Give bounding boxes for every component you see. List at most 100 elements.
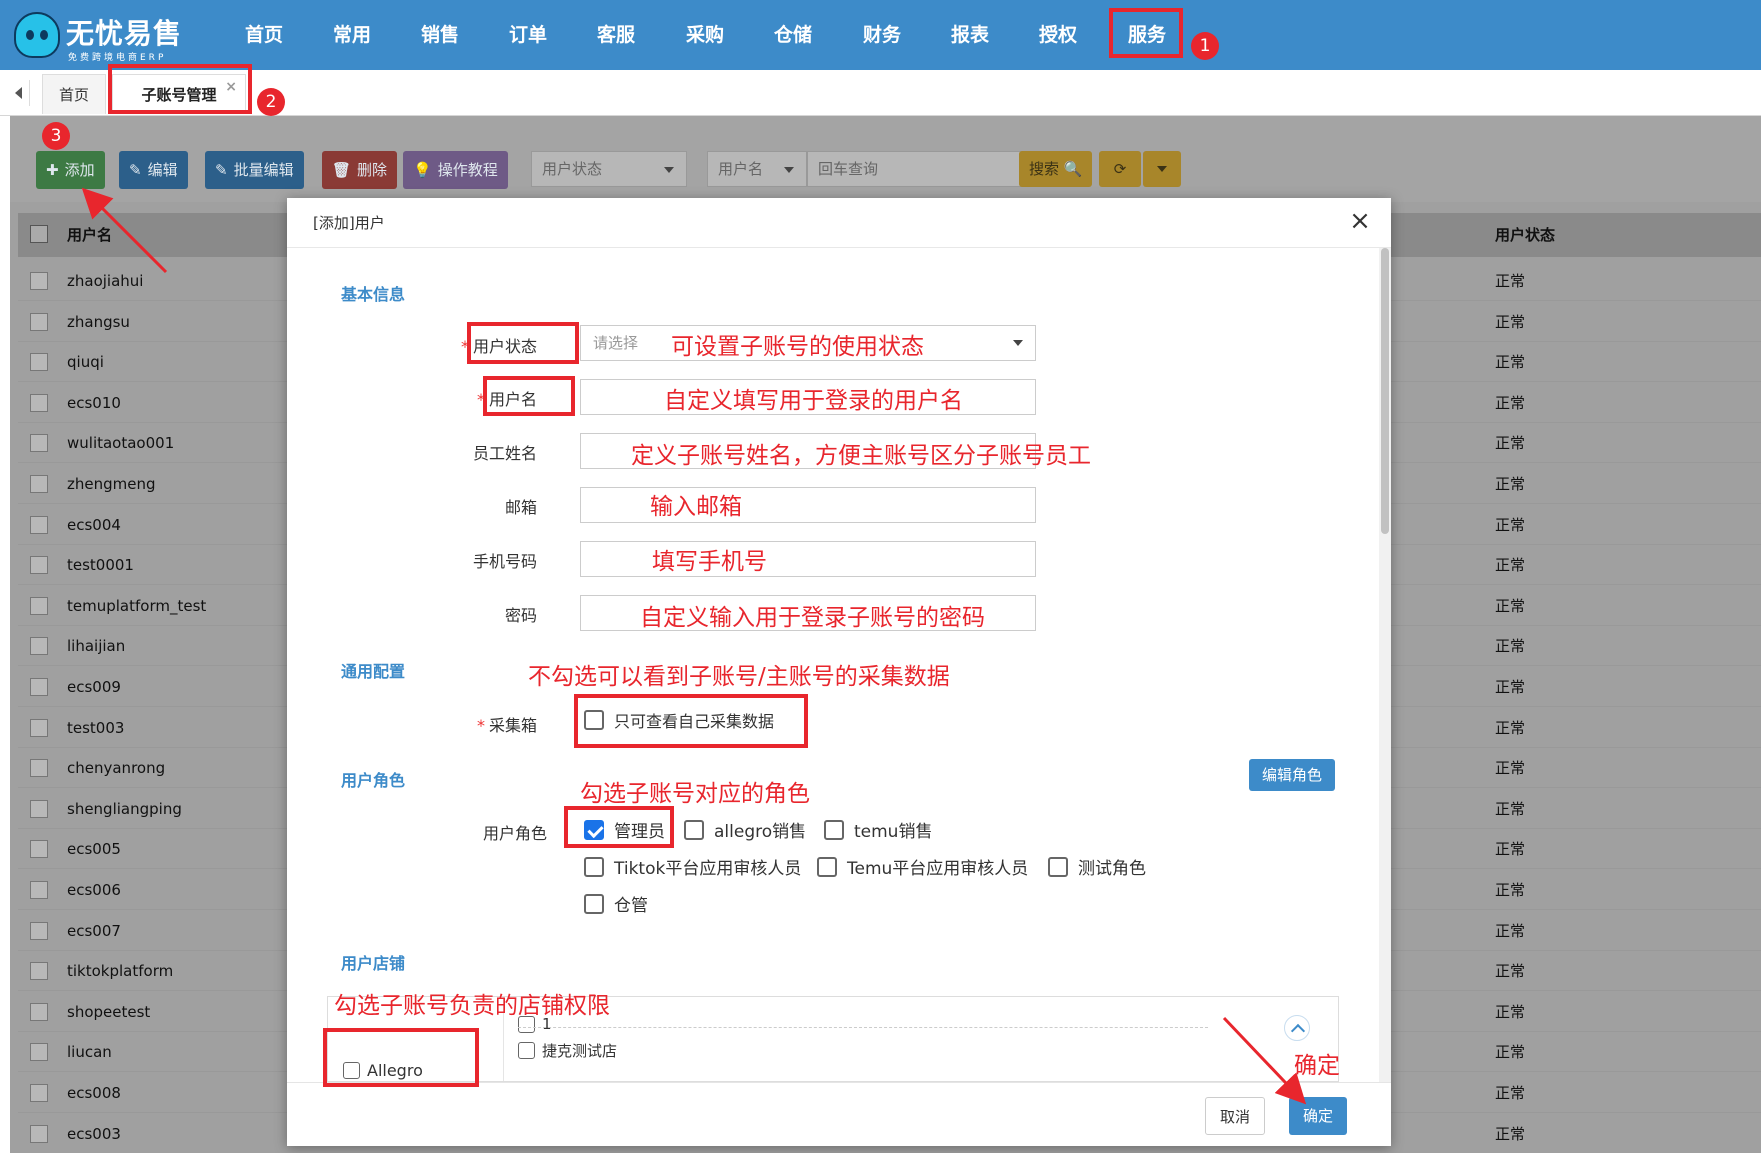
select-all-checkbox[interactable] [30, 225, 48, 243]
tab-scroll-left-icon[interactable] [10, 80, 30, 106]
role-test-role-checkbox[interactable]: 测试角色 [1048, 854, 1146, 879]
delete-button[interactable]: 🗑 删除 [322, 151, 398, 189]
nav-common[interactable]: 常用 [312, 0, 392, 70]
search-button-label: 搜索 [1029, 160, 1060, 178]
employee-name-label: 员工姓名 [472, 444, 537, 463]
nav-orders[interactable]: 订单 [488, 0, 568, 70]
confirm-button[interactable]: 确定 [1289, 1097, 1348, 1135]
search-input[interactable]: 回车查询 [807, 151, 1029, 187]
row-checkbox[interactable] [30, 881, 48, 899]
edit-button[interactable]: ✎ 编辑 [119, 151, 188, 189]
add-button[interactable]: ✚ 添加 [36, 151, 105, 189]
nav-sales[interactable]: 销售 [400, 0, 480, 70]
refresh-button[interactable]: ⟳ [1099, 151, 1141, 187]
row-username: shengliangping [67, 799, 182, 818]
row-checkbox[interactable] [30, 1084, 48, 1102]
row-status: 正常 [1495, 596, 1526, 615]
bulb-icon: 💡 [413, 161, 432, 179]
row-checkbox[interactable] [30, 840, 48, 859]
nav-customer-service[interactable]: 客服 [576, 0, 656, 70]
row-status: 正常 [1495, 637, 1526, 656]
row-checkbox[interactable] [30, 799, 48, 818]
logo-subtitle: 免费跨境电商ERP [68, 53, 167, 63]
batch-edit-button[interactable]: ✎ 批量编辑 [205, 151, 304, 189]
row-checkbox[interactable] [30, 1124, 48, 1143]
email-input[interactable] [580, 487, 1036, 523]
role-label: allegro销售 [714, 822, 807, 842]
nav-reports[interactable]: 报表 [930, 0, 1010, 70]
row-username: ecs004 [67, 515, 121, 534]
row-checkbox[interactable] [30, 596, 48, 615]
row-status: 正常 [1495, 475, 1526, 493]
cancel-button[interactable]: 取消 [1205, 1097, 1266, 1135]
chevron-up-icon[interactable] [1284, 1015, 1310, 1041]
row-checkbox[interactable] [30, 475, 48, 493]
column-username[interactable]: 用户名 [67, 213, 112, 257]
checkbox-box [824, 819, 844, 840]
role-tiktok-reviewer-checkbox[interactable]: Tiktok平台应用审核人员 [584, 854, 801, 879]
row-username: shopeetest [67, 1002, 151, 1021]
annotation-number: 1 [1191, 32, 1219, 60]
row-checkbox[interactable] [30, 962, 48, 981]
row-checkbox[interactable] [30, 1043, 48, 1062]
annotation-collect-note: 不勾选可以看到子账号/主账号的采集数据 [528, 664, 950, 690]
row-checkbox[interactable] [30, 434, 48, 453]
row-checkbox[interactable] [30, 312, 48, 331]
row-checkbox[interactable] [30, 272, 48, 290]
role-temu-reviewer-checkbox[interactable]: Temu平台应用审核人员 [817, 854, 1028, 879]
row-checkbox[interactable] [30, 515, 48, 534]
role-temu-sales-checkbox[interactable]: temu销售 [824, 817, 932, 842]
row-checkbox[interactable] [30, 393, 48, 412]
more-button[interactable] [1143, 151, 1181, 187]
nav-authorization[interactable]: 授权 [1018, 0, 1098, 70]
annotation-status-note: 可设置子账号的使用状态 [671, 334, 924, 360]
column-user-status[interactable]: 用户状态 [1495, 213, 1555, 257]
user-role-label: 用户角色 [482, 824, 547, 843]
add-button-label: 添加 [64, 161, 95, 179]
nav-purchasing[interactable]: 采购 [665, 0, 745, 70]
annotation-password-note: 自定义输入用于登录子账号的密码 [640, 605, 985, 631]
nav-finance[interactable]: 财务 [842, 0, 922, 70]
row-status: 正常 [1495, 515, 1526, 534]
row-checkbox[interactable] [30, 1002, 48, 1021]
row-checkbox[interactable] [30, 718, 48, 737]
plus-icon: ✚ [46, 161, 59, 179]
row-status: 正常 [1495, 799, 1526, 818]
status-filter-select[interactable]: 用户状态 [531, 151, 687, 187]
row-status: 正常 [1495, 840, 1526, 859]
row-status: 正常 [1495, 1124, 1526, 1143]
nav-warehouse[interactable]: 仓储 [753, 0, 833, 70]
row-checkbox[interactable] [30, 759, 48, 778]
edit-icon: ✎ [215, 161, 228, 179]
checkbox-box [817, 856, 837, 877]
search-field-select[interactable]: 用户名 [707, 151, 807, 187]
edit-icon: ✎ [129, 161, 142, 179]
row-status: 正常 [1495, 556, 1526, 575]
scroll-thumb[interactable] [1381, 248, 1389, 534]
row-checkbox[interactable] [30, 921, 48, 940]
tab-home[interactable]: 首页 [42, 74, 106, 114]
row-checkbox[interactable] [30, 353, 48, 372]
search-button[interactable]: 搜索 🔍 [1019, 151, 1093, 187]
row-status: 正常 [1495, 921, 1526, 940]
logo[interactable]: 无忧易售 免费跨境电商ERP [12, 8, 190, 64]
row-checkbox[interactable] [30, 678, 48, 696]
store-czech-test-checkbox[interactable]: 捷克测试店 [518, 1040, 617, 1061]
row-checkbox[interactable] [30, 637, 48, 656]
row-checkbox[interactable] [30, 556, 48, 575]
dialog-scrollbar[interactable] [1379, 248, 1391, 1082]
dialog-footer: 取消 确定 [287, 1082, 1391, 1146]
collect-box-label: * 采集箱 [476, 716, 537, 735]
role-allegro-sales-checkbox[interactable]: allegro销售 [684, 817, 806, 842]
edit-role-button[interactable]: 编辑角色 [1249, 759, 1336, 791]
row-username: liucan [67, 1043, 112, 1062]
role-label: 仓管 [614, 896, 648, 916]
refresh-icon: ⟳ [1113, 160, 1127, 178]
nav-home[interactable]: 首页 [224, 0, 304, 70]
tutorial-button[interactable]: 💡 操作教程 [403, 151, 508, 189]
store-label: 捷克测试店 [542, 1042, 618, 1060]
role-warehouse-keeper-checkbox[interactable]: 仓管 [584, 891, 648, 916]
close-icon[interactable]: × [1347, 208, 1373, 234]
phone-input[interactable] [580, 541, 1036, 577]
role-label: Tiktok平台应用审核人员 [614, 859, 802, 879]
